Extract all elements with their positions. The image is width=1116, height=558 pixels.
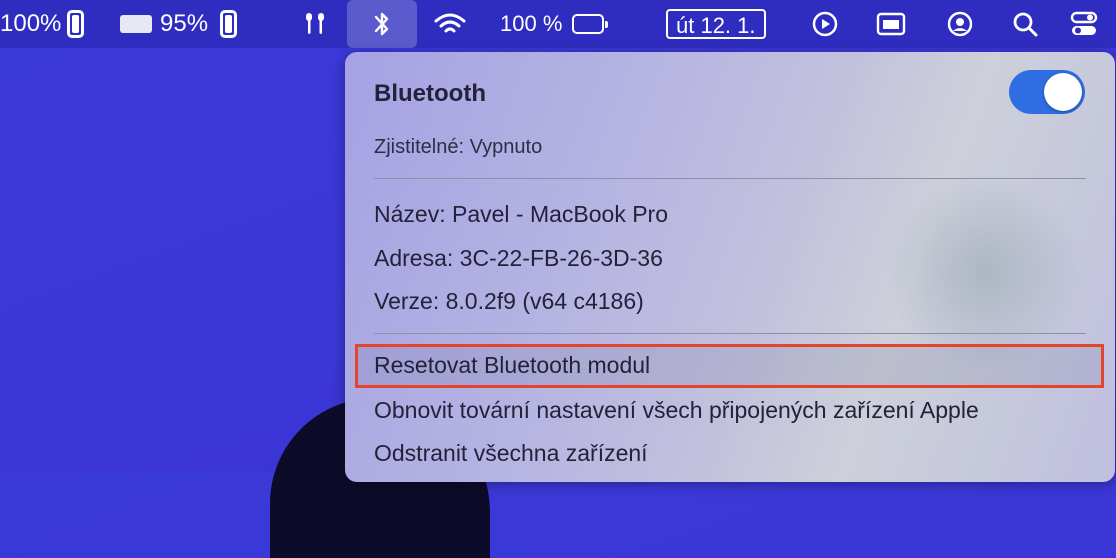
bluetooth-toggle[interactable] [1009, 70, 1085, 114]
search-icon[interactable] [1012, 0, 1038, 48]
user-account-icon[interactable] [947, 0, 973, 48]
device-name: Název: Pavel - MacBook Pro [374, 201, 669, 227]
keyboard-viewer-icon[interactable] [876, 0, 906, 48]
battery-status-1[interactable]: 100% [0, 0, 85, 48]
keyboard-icon [120, 15, 152, 33]
discoverable-status: Zjistitelné: Vypnuto [374, 136, 543, 158]
remove-all-devices-item[interactable]: Odstranit všechna zařízení [374, 440, 648, 467]
date-text: út 12. 1. [666, 9, 766, 39]
battery-percent: 100 % [500, 11, 563, 36]
now-playing-icon[interactable] [812, 0, 838, 48]
charging-battery-icon [572, 14, 609, 34]
device-address: Adresa: 3C-22-FB-26-3D-36 [374, 245, 663, 271]
reset-bluetooth-module-item[interactable]: Resetovat Bluetooth modul [374, 352, 650, 379]
keyboard-battery-percent: 95% [160, 10, 209, 37]
keyboard-battery-status[interactable]: 95% [120, 0, 238, 48]
menu-bar: 100% 95% 100 % út 12. 1. [0, 0, 1116, 48]
control-center-icon[interactable] [1070, 0, 1098, 48]
battery-percent-1: 100% [0, 10, 62, 37]
firmware-version: Verze: 8.0.2f9 (v64 c4186) [374, 288, 644, 314]
toggle-knob [1044, 73, 1082, 111]
battery-icon [220, 10, 238, 38]
separator [374, 333, 1086, 334]
airpods-icon[interactable] [302, 0, 328, 48]
date-clock[interactable]: út 12. 1. [666, 0, 766, 48]
bluetooth-icon [374, 12, 389, 36]
factory-reset-apple-devices-item[interactable]: Obnovit tovární nastavení všech připojen… [374, 397, 979, 424]
bluetooth-dropdown: Bluetooth Zjistitelné: Vypnuto Název: Pa… [345, 52, 1115, 482]
separator [374, 178, 1086, 179]
bluetooth-menu-button[interactable] [347, 0, 417, 48]
battery-icon [67, 10, 85, 38]
menu-title: Bluetooth [374, 80, 486, 107]
battery-status[interactable]: 100 % [500, 0, 609, 48]
wifi-icon[interactable] [433, 0, 467, 48]
